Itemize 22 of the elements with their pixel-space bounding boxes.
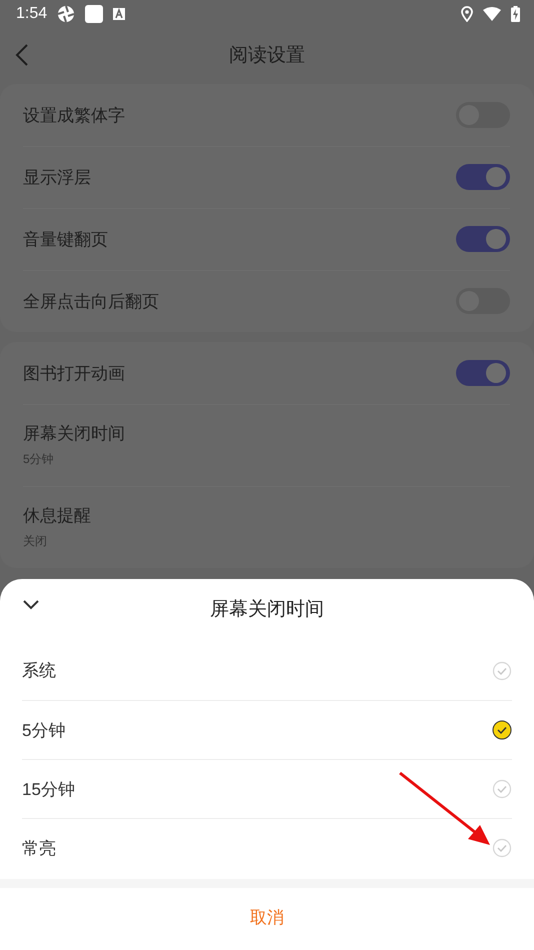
toggle-switch[interactable] <box>456 360 510 386</box>
wifi-icon <box>483 7 501 21</box>
toggle-switch[interactable] <box>456 164 510 190</box>
setting-label: 设置成繁体字 <box>23 104 126 126</box>
notification-icon <box>113 8 126 20</box>
clock-time: 1:54 <box>16 5 48 23</box>
option-item[interactable]: 5分钟 <box>22 700 512 759</box>
setting-label: 显示浮层 <box>23 166 92 188</box>
setting-label: 图书打开动画 <box>23 362 126 384</box>
toggle-switch[interactable] <box>456 226 510 252</box>
battery-icon <box>511 6 520 22</box>
option-item[interactable]: 15分钟 <box>22 759 512 818</box>
setting-label: 全屏点击向后翻页 <box>23 290 160 312</box>
option-item[interactable]: 系统 <box>22 641 512 700</box>
setting-label: 音量键翻页 <box>23 228 109 250</box>
aperture-icon <box>57 5 76 23</box>
sheet-title: 屏幕关闭时间 <box>210 598 324 622</box>
square-icon <box>85 5 104 23</box>
location-icon <box>461 6 473 22</box>
page-title: 阅读设置 <box>229 44 305 68</box>
setting-label: 屏幕关闭时间 <box>23 423 125 445</box>
setting-label: 休息提醒 <box>23 505 91 527</box>
